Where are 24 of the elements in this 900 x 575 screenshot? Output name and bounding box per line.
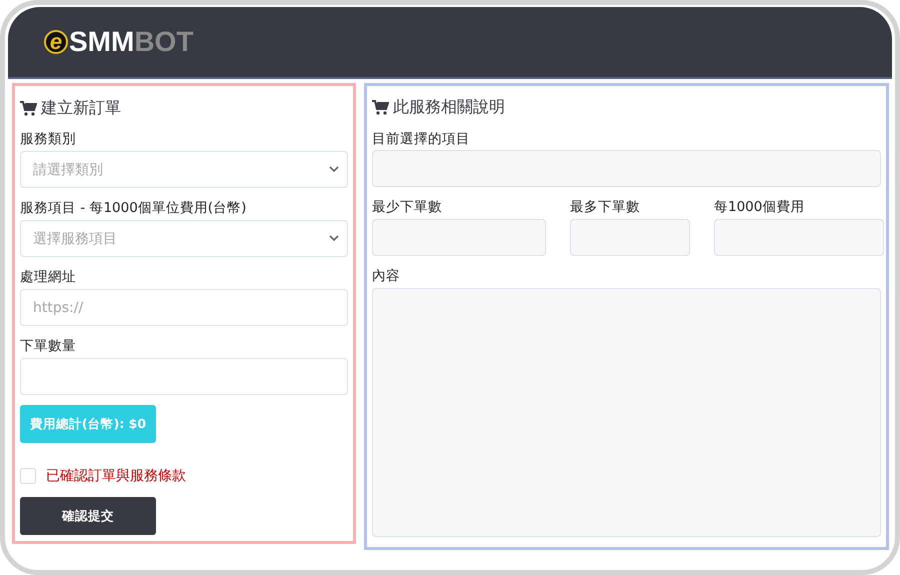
field-label: 服務類別: [20, 130, 77, 149]
field-label: 內容: [372, 266, 401, 286]
input-field[interactable]: [20, 358, 348, 395]
field-label: 服務項目 - 每1000個單位費用(台幣): [20, 199, 248, 218]
submit-button[interactable]: 確認提交: [20, 497, 156, 535]
field-label: 每1000個費用: [714, 198, 806, 217]
panel-title: 此服務相關說明: [393, 97, 505, 118]
field-label: 最多下單數: [570, 198, 641, 217]
field-label: 處理網址: [20, 268, 77, 287]
cart-icon: [372, 100, 389, 116]
chevron-down-icon: [329, 166, 339, 173]
input-field[interactable]: https://: [20, 289, 348, 326]
select-field[interactable]: 選擇服務項目: [20, 220, 348, 257]
panel-title: 建立新訂單: [41, 98, 121, 118]
checkbox[interactable]: [20, 468, 36, 484]
logo: e SMMBOT: [44, 26, 194, 58]
chevron-down-icon: [329, 235, 339, 242]
agreement-label: 已確認訂單與服務條款: [46, 467, 186, 485]
select-field[interactable]: 請選擇類別: [20, 151, 348, 188]
field-label: 最少下單數: [372, 198, 443, 217]
field-label: 目前選擇的項目: [372, 130, 471, 149]
cart-icon: [20, 100, 37, 116]
total-button[interactable]: 費用總計(台幣): $0: [20, 405, 156, 443]
field-label: 下單數量: [20, 337, 77, 356]
